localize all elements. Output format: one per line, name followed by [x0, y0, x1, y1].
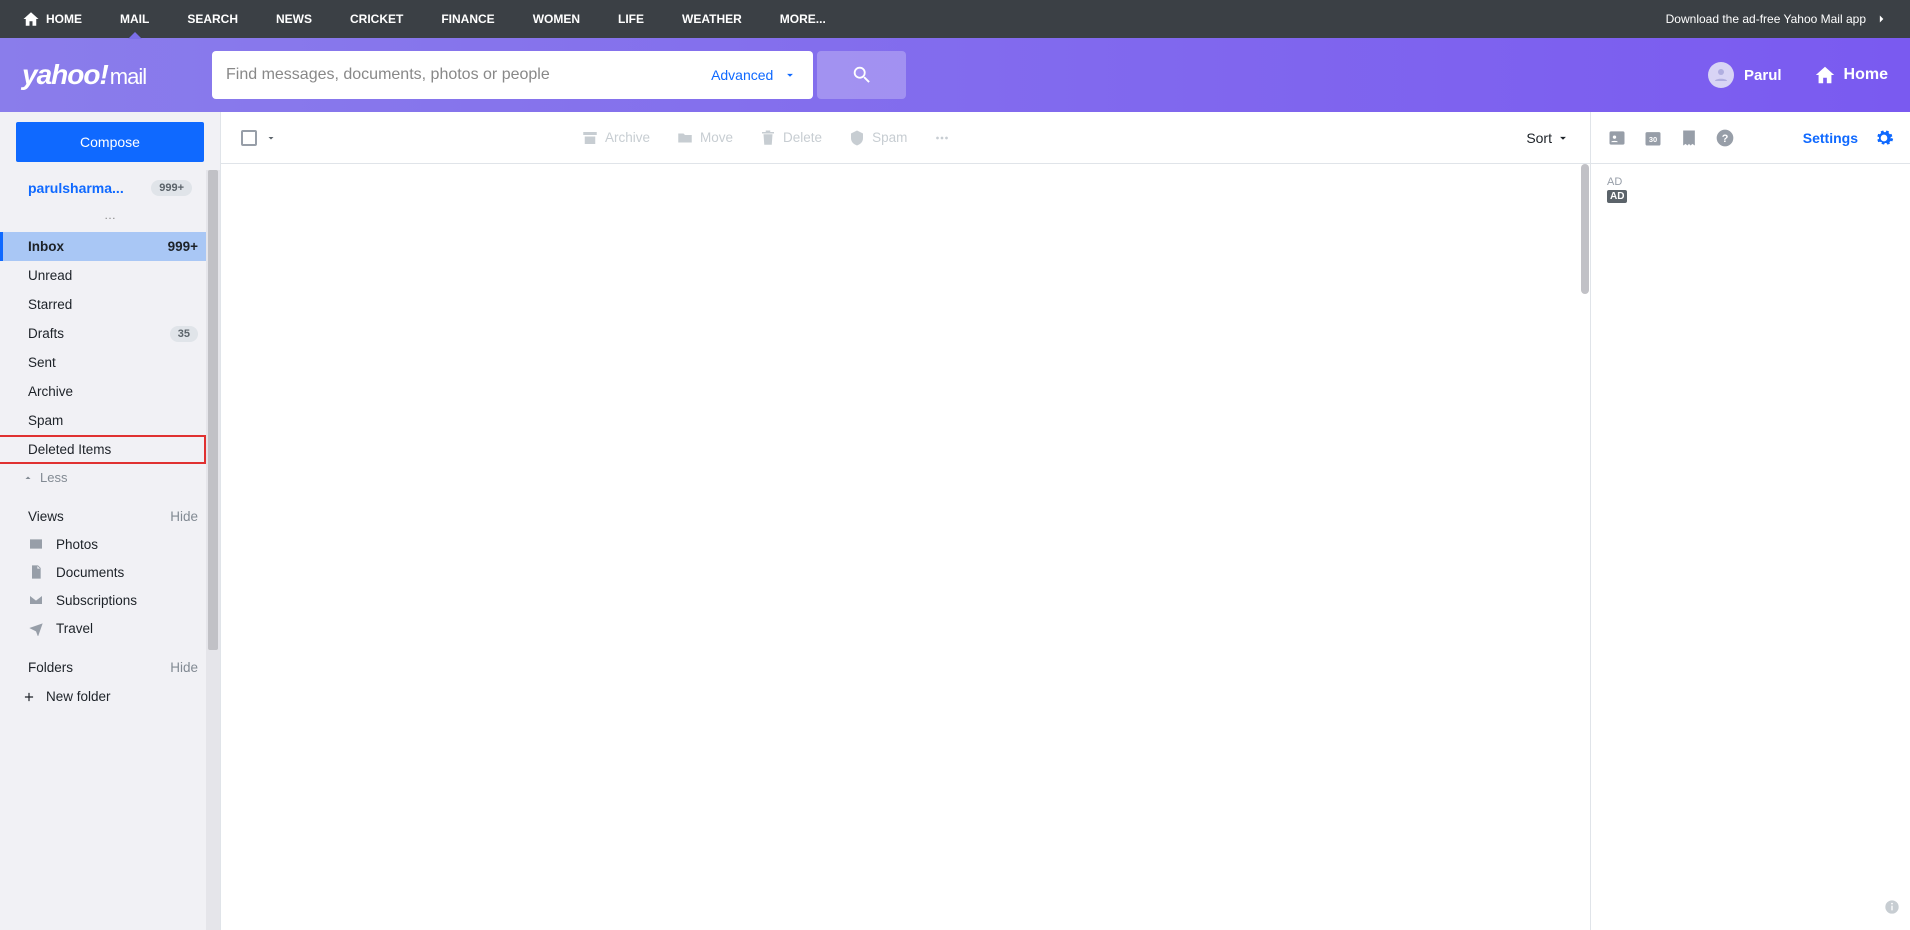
- sidebar: Compose parulsharma... 999+ … Inbox 999+…: [0, 112, 220, 930]
- move-button[interactable]: Move: [676, 129, 733, 147]
- calendar-icon[interactable]: 30: [1643, 128, 1663, 148]
- arrow-right-icon: [1874, 12, 1888, 26]
- new-folder-button[interactable]: New folder: [0, 681, 220, 710]
- user-menu[interactable]: Parul: [1708, 62, 1782, 88]
- shield-icon: [848, 129, 866, 147]
- folder-archive[interactable]: Archive: [0, 377, 220, 406]
- archive-icon: [581, 129, 599, 147]
- trash-icon: [759, 129, 777, 147]
- view-subscriptions[interactable]: Subscriptions: [0, 586, 220, 614]
- main: Compose parulsharma... 999+ … Inbox 999+…: [0, 112, 1910, 930]
- inbox-badge: 999+: [168, 239, 198, 254]
- mail-icon: [28, 592, 44, 608]
- account-row[interactable]: parulsharma... 999+: [0, 172, 220, 204]
- nav-weather[interactable]: WEATHER: [682, 0, 742, 38]
- delete-button[interactable]: Delete: [759, 129, 822, 147]
- nav-mail[interactable]: MAIL: [120, 0, 149, 38]
- chevron-down-icon: [1556, 131, 1570, 145]
- message-scroll-thumb[interactable]: [1581, 164, 1589, 294]
- folder-starred[interactable]: Starred: [0, 290, 220, 319]
- header: yahoo!mail Advanced Parul Home: [0, 38, 1910, 112]
- sort-button[interactable]: Sort: [1526, 130, 1570, 146]
- plus-icon: [22, 690, 36, 704]
- chevron-down-icon: [783, 68, 797, 82]
- select-all-checkbox[interactable]: [241, 130, 257, 146]
- move-icon: [676, 129, 694, 147]
- chevron-down-icon[interactable]: [265, 132, 277, 144]
- folder-sent[interactable]: Sent: [0, 348, 220, 377]
- search-icon: [851, 64, 873, 86]
- yahoo-mail-logo[interactable]: yahoo!mail: [22, 59, 212, 91]
- help-icon[interactable]: ?: [1715, 128, 1735, 148]
- photo-icon: [28, 536, 44, 552]
- ad-slot: AD AD: [1591, 164, 1910, 215]
- account-badge: 999+: [151, 180, 192, 196]
- message-scrollbar[interactable]: [1580, 164, 1590, 930]
- compose-button[interactable]: Compose: [16, 122, 204, 162]
- nav-life[interactable]: LIFE: [618, 0, 644, 38]
- folder-drafts[interactable]: Drafts 35: [0, 319, 220, 348]
- nav-search[interactable]: SEARCH: [187, 0, 238, 38]
- home-icon: [22, 10, 40, 28]
- contacts-icon[interactable]: [1607, 128, 1627, 148]
- folder-spam[interactable]: Spam: [0, 406, 220, 435]
- gear-icon[interactable]: [1874, 128, 1894, 148]
- account-name: parulsharma...: [28, 180, 124, 196]
- folder-inbox[interactable]: Inbox 999+: [0, 232, 220, 261]
- promo-link[interactable]: Download the ad-free Yahoo Mail app: [1666, 12, 1910, 26]
- folders-header: Folders Hide: [0, 642, 220, 681]
- sidebar-scrollbar[interactable]: [206, 170, 220, 930]
- nav-home[interactable]: HOME: [22, 0, 82, 38]
- message-list[interactable]: [221, 164, 1590, 930]
- chevron-up-icon: [22, 472, 34, 484]
- view-travel[interactable]: Travel: [0, 614, 220, 642]
- home-link[interactable]: Home: [1814, 64, 1888, 86]
- doc-icon: [28, 564, 44, 580]
- folder-deleted-items[interactable]: Deleted Items: [0, 435, 206, 464]
- avatar: [1708, 62, 1734, 88]
- search-bar: Advanced: [212, 51, 906, 99]
- drafts-badge: 35: [170, 326, 198, 342]
- nav-news[interactable]: NEWS: [276, 0, 312, 38]
- folder-unread[interactable]: Unread: [0, 261, 220, 290]
- less-toggle[interactable]: Less: [0, 464, 220, 491]
- nav-women[interactable]: WOMEN: [533, 0, 580, 38]
- collapse-toggle[interactable]: …: [0, 204, 220, 232]
- home-icon: [1814, 64, 1836, 86]
- right-panel: 30 ? Settings AD AD: [1590, 112, 1910, 930]
- message-pane: Archive Move Delete Spam: [220, 112, 1590, 930]
- more-icon: [933, 129, 951, 147]
- view-photos[interactable]: Photos: [0, 530, 220, 558]
- notepad-icon[interactable]: [1679, 128, 1699, 148]
- spam-button[interactable]: Spam: [848, 129, 907, 147]
- nav-cricket[interactable]: CRICKET: [350, 0, 403, 38]
- ad-chip: AD: [1607, 190, 1627, 203]
- sidebar-scroll-thumb[interactable]: [208, 170, 218, 650]
- search-input[interactable]: [212, 51, 695, 99]
- svg-text:?: ?: [1722, 133, 1729, 145]
- settings-link[interactable]: Settings: [1803, 130, 1858, 146]
- nav-home-label: HOME: [46, 12, 82, 26]
- hide-folders[interactable]: Hide: [170, 660, 198, 675]
- search-button[interactable]: [817, 51, 906, 99]
- more-actions[interactable]: [933, 129, 951, 147]
- archive-button[interactable]: Archive: [581, 129, 650, 147]
- nav-finance[interactable]: FINANCE: [441, 0, 494, 38]
- advanced-search[interactable]: Advanced: [695, 51, 813, 99]
- hide-views[interactable]: Hide: [170, 509, 198, 524]
- top-nav: HOME MAIL SEARCH NEWS CRICKET FINANCE WO…: [0, 0, 1910, 38]
- views-header: Views Hide: [0, 491, 220, 530]
- plane-icon: [28, 620, 44, 636]
- nav-more[interactable]: MORE...: [780, 0, 826, 38]
- info-icon[interactable]: [1874, 889, 1910, 930]
- svg-text:30: 30: [1649, 135, 1657, 144]
- message-toolbar: Archive Move Delete Spam: [221, 112, 1590, 164]
- view-documents[interactable]: Documents: [0, 558, 220, 586]
